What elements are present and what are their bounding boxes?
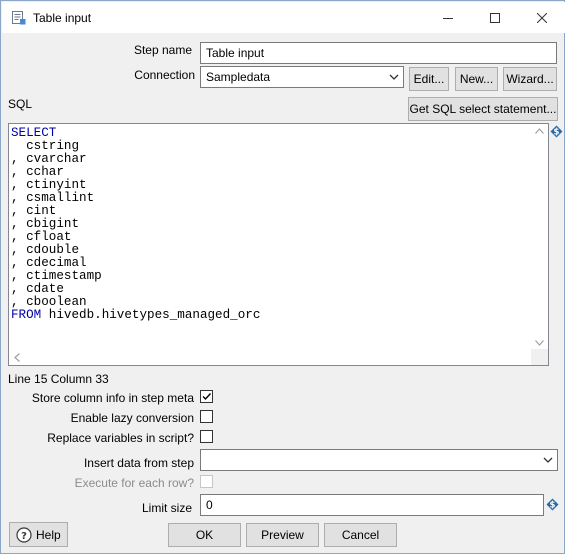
sql-line: , cfloat [11,230,72,244]
step-name-field[interactable]: Table input [200,42,557,64]
sql-line: , cdecimal [11,256,87,270]
svg-text:$: $ [554,128,560,138]
scroll-up-icon[interactable] [535,128,544,134]
table-input-dialog: Table input Step name Table input Connec… [0,0,565,554]
cancel-button[interactable]: Cancel [324,523,397,547]
store-column-info-checkbox[interactable] [200,390,213,403]
chevron-down-icon [389,74,399,80]
limit-size-label: Limit size [141,501,192,515]
help-icon: ? [16,526,32,543]
sql-line: , cchar [11,165,64,179]
replace-variables-label: Replace variables in script? [47,431,194,445]
insert-data-from-step-select[interactable] [200,449,558,471]
maximize-icon[interactable] [472,2,518,33]
scroll-down-icon[interactable] [535,340,544,346]
svg-text:$: $ [550,501,556,511]
variable-dollar-icon: $ [546,498,559,511]
sql-line: , cboolean [11,295,87,309]
table-input-icon [12,11,26,25]
sql-line: hivedb.hivetypes_managed_orc [41,308,261,322]
scroll-left-icon[interactable] [14,353,20,362]
sql-line: , ctinyint [11,178,87,192]
window-title: Table input [33,11,92,25]
sql-editor[interactable]: SELECT cstring , cvarchar , cchar , ctin… [8,123,549,366]
scroll-corner [531,349,548,365]
limit-size-field[interactable]: 0 [200,494,544,516]
sql-line: , csmallint [11,191,95,205]
help-button[interactable]: ? Help [9,522,68,547]
sql-line: , cvarchar [11,152,87,166]
wizard-button[interactable]: Wizard... [503,67,557,91]
insert-data-from-step-label: Insert data from step [83,456,194,470]
sql-line: , cint [11,204,57,218]
sql-line: , cdouble [11,243,80,257]
replace-variables-checkbox[interactable] [200,430,213,443]
store-column-info-label: Store column info in step meta [31,391,194,405]
sql-line: , cdate [11,282,64,296]
vertical-scrollbar[interactable] [531,124,548,350]
connection-select[interactable]: Sampledata [200,66,404,88]
lazy-conversion-label: Enable lazy conversion [70,411,194,425]
cursor-position-status: Line 15 Column 33 [8,372,109,386]
step-name-label: Step name [133,43,192,57]
execute-each-row-checkbox[interactable] [200,475,213,488]
chevron-down-icon [543,457,553,463]
lazy-conversion-checkbox[interactable] [200,410,213,423]
title-bar[interactable]: Table input [2,2,565,33]
sql-line: , ctimestamp [11,269,102,283]
ok-button[interactable]: OK [168,523,241,547]
close-icon[interactable] [519,2,565,33]
sql-text[interactable]: SELECT cstring , cvarchar , cchar , ctin… [11,127,260,322]
sql-line: cstring [11,139,80,153]
execute-each-row-label: Execute for each row? [74,476,194,490]
checkmark-icon [202,393,212,401]
connection-label: Connection [134,68,195,82]
svg-text:?: ? [21,531,27,542]
horizontal-scrollbar[interactable] [9,349,548,365]
edit-connection-button[interactable]: Edit... [409,67,449,91]
get-sql-select-button[interactable]: Get SQL select statement... [408,97,558,121]
connection-value: Sampledata [206,70,271,84]
new-connection-button[interactable]: New... [455,67,498,91]
sql-keyword: SELECT [11,126,57,140]
variable-dollar-icon: $ [550,125,563,138]
minimize-icon[interactable] [425,2,471,33]
sql-line: , cbigint [11,217,80,231]
sql-label: SQL [8,97,33,111]
help-label: Help [36,527,61,542]
sql-keyword: FROM [11,308,42,322]
preview-button[interactable]: Preview [246,523,319,547]
